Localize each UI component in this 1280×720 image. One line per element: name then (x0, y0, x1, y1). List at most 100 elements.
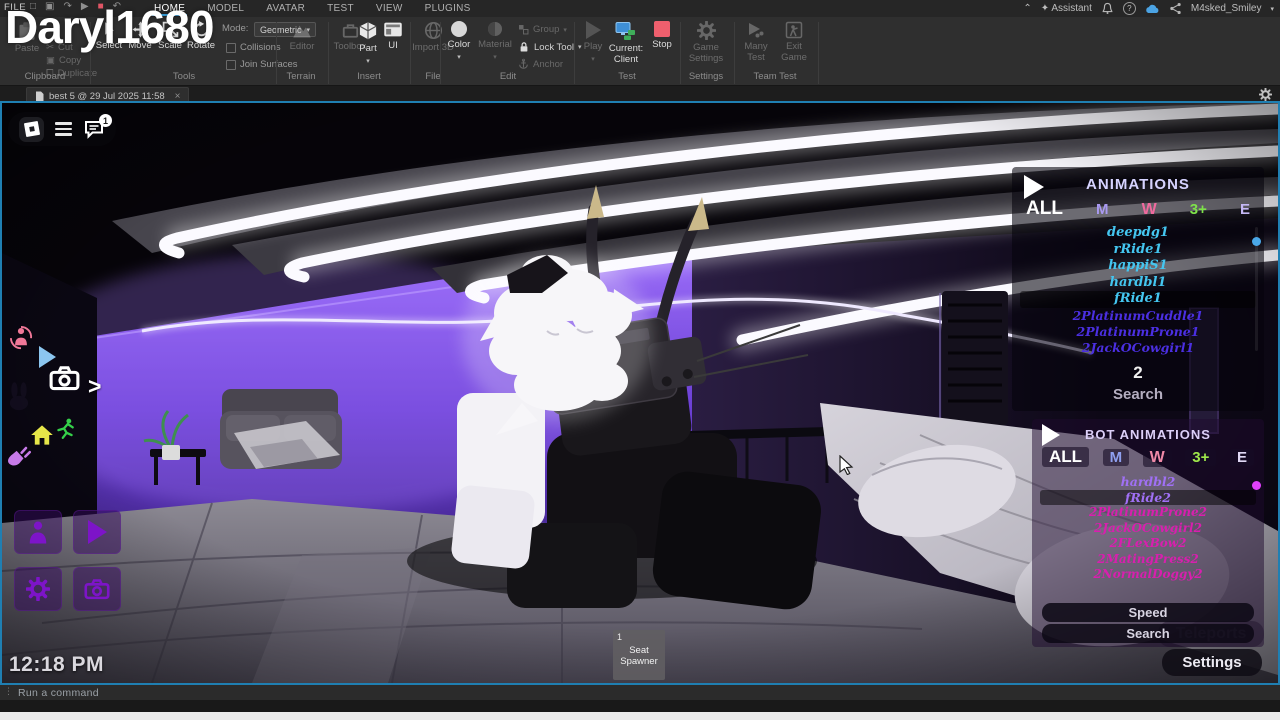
bot-animation-item[interactable]: 2FLexBow2 (1040, 536, 1256, 552)
animations-scroll-thumb[interactable] (1252, 237, 1261, 246)
cut-button[interactable]: ✂Cut (46, 42, 73, 53)
username[interactable]: M4sked_Smiley (1191, 3, 1262, 14)
assistant-button[interactable]: ✦ Assistant (1041, 3, 1092, 14)
paste-button[interactable]: Paste (8, 21, 46, 54)
terrain-editor-button[interactable]: Editor (282, 21, 322, 52)
cloud-sync-icon[interactable] (1145, 3, 1160, 14)
tab-test[interactable]: TEST (325, 2, 356, 15)
material-button[interactable]: Material▾ (476, 21, 514, 63)
many-test-button[interactable]: Many Test (738, 21, 774, 63)
play-button-purple[interactable] (73, 510, 121, 554)
team-test-group-label: Team Test (734, 71, 816, 82)
close-tab-icon[interactable]: × (175, 91, 181, 102)
bot-scroll-thumb[interactable] (1252, 481, 1261, 490)
group-button[interactable]: Group▾ (518, 24, 567, 35)
file-menu[interactable]: FILE (4, 2, 26, 13)
open-file-icon[interactable]: ▣ (45, 1, 54, 12)
seat-spawner-button[interactable]: 1 Seat Spawner (613, 630, 665, 680)
stop-quick-icon[interactable]: ■ (98, 1, 104, 12)
scale-tool-button[interactable]: Scale (156, 21, 184, 51)
settings-button[interactable]: Settings (1162, 649, 1262, 676)
animation-item-selected[interactable]: fRide1 (1020, 291, 1256, 308)
animations-search[interactable]: Search (1012, 386, 1264, 403)
animation-item[interactable]: hardbl1 (1020, 275, 1256, 292)
tab-plugins[interactable]: PLUGINS (423, 2, 473, 15)
animation-item[interactable]: deepdg1 (1020, 225, 1256, 242)
game-settings-button[interactable]: Game Settings (684, 21, 728, 64)
animation-item[interactable]: 2PlatinumProne1 (1020, 324, 1256, 340)
select-tool-button[interactable]: Select (94, 21, 124, 51)
bot-animation-item[interactable]: 2MatingPress2 (1040, 552, 1256, 568)
user-dropdown-icon[interactable]: ▾ (1270, 5, 1274, 13)
animation-item[interactable]: rRide1 (1020, 242, 1256, 259)
bot-animation-item[interactable]: 2NormalDoggy2 (1040, 567, 1256, 583)
bot-filter-m[interactable]: M (1103, 449, 1130, 466)
collapse-ribbon-icon[interactable]: ⌃ (1023, 3, 1031, 14)
help-icon[interactable]: ? (1123, 2, 1136, 15)
menu-icon[interactable] (55, 122, 72, 136)
notifications-icon[interactable] (1101, 2, 1114, 15)
spin-character-icon[interactable] (8, 324, 34, 350)
color-button[interactable]: Color▾ (444, 21, 474, 63)
command-input[interactable]: Run a command (18, 687, 99, 699)
bot-search-field[interactable]: Search (1042, 624, 1254, 643)
anchor-button[interactable]: Anchor (518, 58, 563, 70)
ui-button[interactable]: UI (380, 21, 406, 51)
lock-tool-button[interactable]: Lock Tool▾ (518, 41, 581, 53)
bot-animation-item[interactable]: 2JackOCowgirl2 (1040, 521, 1256, 537)
bot-animation-item-selected[interactable]: fRide2 (1040, 490, 1256, 506)
taskbar-strip (0, 712, 1280, 720)
animation-item[interactable]: 2JackOCowgirl1 (1020, 340, 1256, 356)
undo-icon[interactable]: ↶ (113, 1, 121, 12)
plug-icon[interactable] (6, 444, 31, 469)
tab-view[interactable]: VIEW (374, 2, 405, 15)
filter-3plus[interactable]: 3+ (1190, 201, 1207, 218)
bot-animation-item[interactable]: 2PlatinumProne2 (1040, 505, 1256, 521)
bot-filter-3plus[interactable]: 3+ (1185, 449, 1216, 466)
chevron-right-icon[interactable]: > (88, 373, 101, 400)
current-client-button[interactable]: Current: Client (604, 21, 648, 65)
bot-speed-field[interactable]: Speed (1042, 603, 1254, 622)
character-button[interactable] (14, 510, 62, 554)
filter-e[interactable]: E (1240, 201, 1250, 218)
command-bar[interactable]: ⋮ Run a command (0, 685, 1280, 700)
home-icon[interactable] (30, 424, 54, 446)
game-viewport[interactable]: 1 > (2, 103, 1278, 683)
animation-item[interactable]: 2PlatinumCuddle1 (1020, 308, 1256, 324)
tab-model[interactable]: MODEL (205, 2, 246, 15)
bot-filter-e[interactable]: E (1230, 449, 1254, 466)
rotate-tool-button[interactable]: Rotate (186, 21, 216, 51)
tab-avatar[interactable]: AVATAR (264, 2, 307, 15)
exit-game-button[interactable]: Exit Game (776, 21, 812, 63)
bot-filter-w[interactable]: W (1143, 449, 1172, 467)
share-icon[interactable] (1169, 2, 1182, 15)
camera-icon[interactable] (49, 365, 80, 391)
bunny-icon[interactable] (6, 382, 32, 411)
runner-icon[interactable] (55, 418, 75, 440)
tools-group-label: Tools (94, 71, 274, 82)
animation-item[interactable]: happiS1 (1020, 258, 1256, 275)
settings-gear-button[interactable] (14, 567, 62, 611)
redo-icon[interactable]: ↷ (64, 1, 72, 12)
bot-animation-item[interactable]: hardbl2 (1040, 474, 1256, 490)
viewport-gear-icon[interactable] (1259, 88, 1272, 101)
seat-spawner-label: Seat Spawner (620, 645, 658, 667)
move-tool-button[interactable]: Move (126, 21, 154, 51)
bot-filter-all[interactable]: ALL (1042, 447, 1089, 467)
animations-panel: ANIMATIONS ALL M W 3+ E deepdg1 rRide1 h… (1012, 167, 1264, 411)
filter-w[interactable]: W (1142, 201, 1157, 219)
filter-all[interactable]: ALL (1026, 198, 1063, 220)
copy-button[interactable]: ▣Copy (46, 55, 81, 66)
chat-button[interactable]: 1 (83, 119, 105, 139)
quick-access-toolbar[interactable]: □ ▣ ↷ ▶ ■ ↶ (30, 1, 121, 12)
collisions-toggle[interactable]: Collisions (226, 42, 281, 53)
new-file-icon[interactable]: □ (30, 1, 36, 12)
roblox-logo-icon[interactable] (19, 117, 44, 142)
tab-home[interactable]: HOME (152, 2, 187, 16)
stop-button[interactable]: Stop (648, 21, 676, 50)
filter-m[interactable]: M (1096, 201, 1109, 218)
camera-button-purple[interactable] (73, 567, 121, 611)
command-bar-handle[interactable]: ⋮ (4, 686, 13, 697)
join-surfaces-toggle[interactable]: Join Surfaces (226, 59, 298, 70)
play-quick-icon[interactable]: ▶ (81, 1, 89, 12)
